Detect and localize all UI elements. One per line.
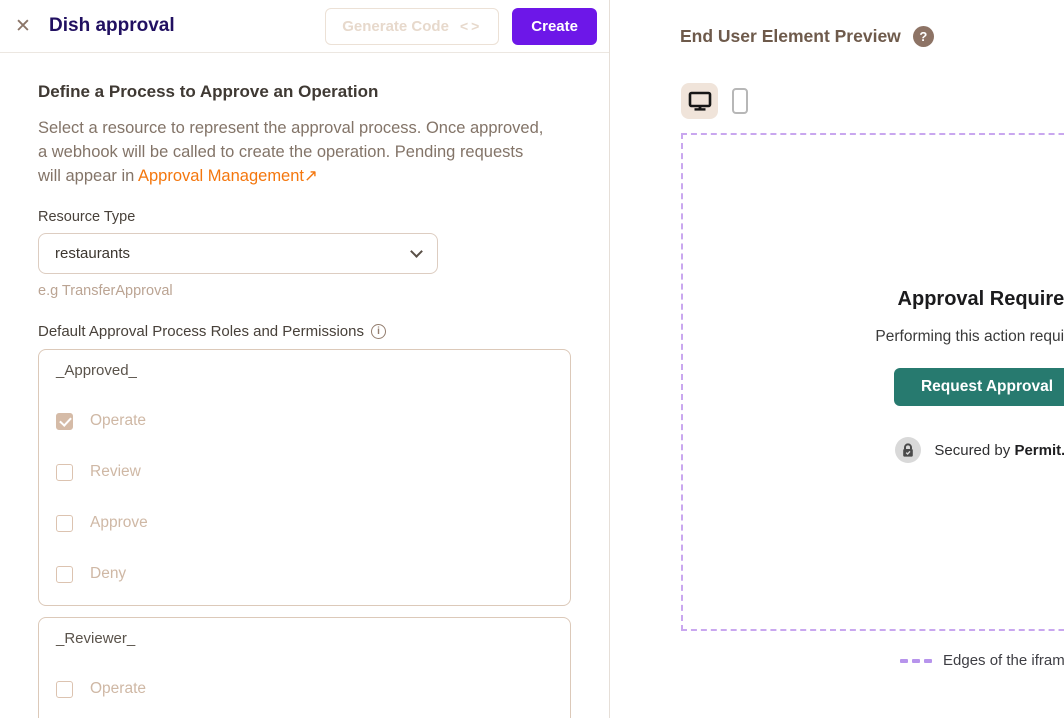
mobile-view-button[interactable] — [732, 88, 748, 114]
checkbox-label: Operate — [90, 412, 146, 430]
approval-flow-drawer: ✕ Dish approval Generate Code <> Create … — [0, 0, 610, 718]
secured-by-text: Secured by Permit.io — [934, 442, 1064, 459]
generate-code-label: Generate Code — [342, 18, 449, 35]
monitor-icon — [688, 91, 712, 112]
preview-title: End User Element Preview — [680, 26, 901, 47]
secured-by-row: Secured by Permit.io — [895, 437, 1064, 463]
role-group-approved: _Approved_ Operate Review Approve Deny — [38, 349, 571, 606]
drawer-title: Dish approval — [49, 15, 175, 37]
checkbox-label: Operate — [90, 680, 146, 698]
permission-row: Approve — [56, 514, 553, 532]
close-icon[interactable]: ✕ — [10, 13, 36, 39]
permit-brand: Permit.io — [1014, 442, 1064, 459]
external-link-arrow-icon[interactable]: ↗ — [304, 167, 318, 185]
approval-card-message: Performing this action requires a — [875, 328, 1064, 346]
secured-prefix: Secured by — [934, 442, 1010, 459]
preview-panel: End User Element Preview ? Approval Requ… — [610, 0, 1064, 718]
checkbox-operate[interactable] — [56, 413, 73, 430]
resource-type-select[interactable]: restaurants — [38, 233, 438, 274]
role-group-reviewer: _Reviewer_ Operate Review — [38, 617, 571, 718]
dash-legend-icon — [900, 659, 932, 663]
permission-row: Review — [56, 463, 553, 481]
approval-management-link[interactable]: Approval Management — [138, 167, 304, 185]
checkbox-label: Deny — [90, 565, 126, 583]
checkbox-review[interactable] — [56, 464, 73, 481]
drawer-body: Define a Process to Approve an Operation… — [0, 53, 609, 718]
device-toggle — [681, 83, 748, 119]
iframe-legend-text: Edges of the iframe — [943, 652, 1064, 669]
role-name: _Approved_ — [56, 362, 553, 379]
create-button[interactable]: Create — [512, 8, 597, 45]
permission-row: Operate — [56, 412, 553, 430]
generate-code-button[interactable]: Generate Code <> — [325, 8, 499, 45]
checkbox-approve[interactable] — [56, 515, 73, 532]
resource-type-value: restaurants — [55, 245, 130, 262]
phone-icon — [732, 88, 748, 114]
lock-icon — [895, 437, 921, 463]
preview-title-row: End User Element Preview ? — [680, 26, 934, 47]
chevron-down-icon — [410, 245, 423, 258]
help-icon[interactable]: ? — [913, 26, 934, 47]
checkbox-operate[interactable] — [56, 681, 73, 698]
drawer-header: ✕ Dish approval Generate Code <> Create — [0, 0, 609, 53]
approval-card-heading: Approval Required — [898, 288, 1064, 311]
checkbox-deny[interactable] — [56, 566, 73, 583]
resource-type-hint: e.g TransferApproval — [38, 283, 571, 299]
iframe-preview-area: Approval Required Performing this action… — [681, 133, 1064, 631]
approval-card: Approval Required Performing this action… — [683, 288, 1064, 463]
checkbox-label: Approve — [90, 514, 148, 532]
role-name: _Reviewer_ — [56, 630, 553, 647]
iframe-legend: Edges of the iframe — [900, 652, 1064, 669]
permission-row: Operate — [56, 680, 553, 698]
permissions-label: Default Approval Process Roles and Permi… — [38, 323, 364, 340]
code-brackets-icon: <> — [460, 18, 482, 34]
section-heading: Define a Process to Approve an Operation — [38, 82, 571, 102]
info-icon[interactable]: i — [371, 324, 386, 339]
permission-row: Deny — [56, 565, 553, 583]
checkbox-label: Review — [90, 463, 141, 481]
request-approval-button[interactable]: Request Approval — [894, 368, 1064, 406]
description-text: Select a resource to represent the appro… — [38, 116, 550, 188]
resource-type-label: Resource Type — [38, 209, 571, 225]
permissions-label-row: Default Approval Process Roles and Permi… — [38, 323, 571, 340]
desktop-view-button[interactable] — [681, 83, 718, 119]
